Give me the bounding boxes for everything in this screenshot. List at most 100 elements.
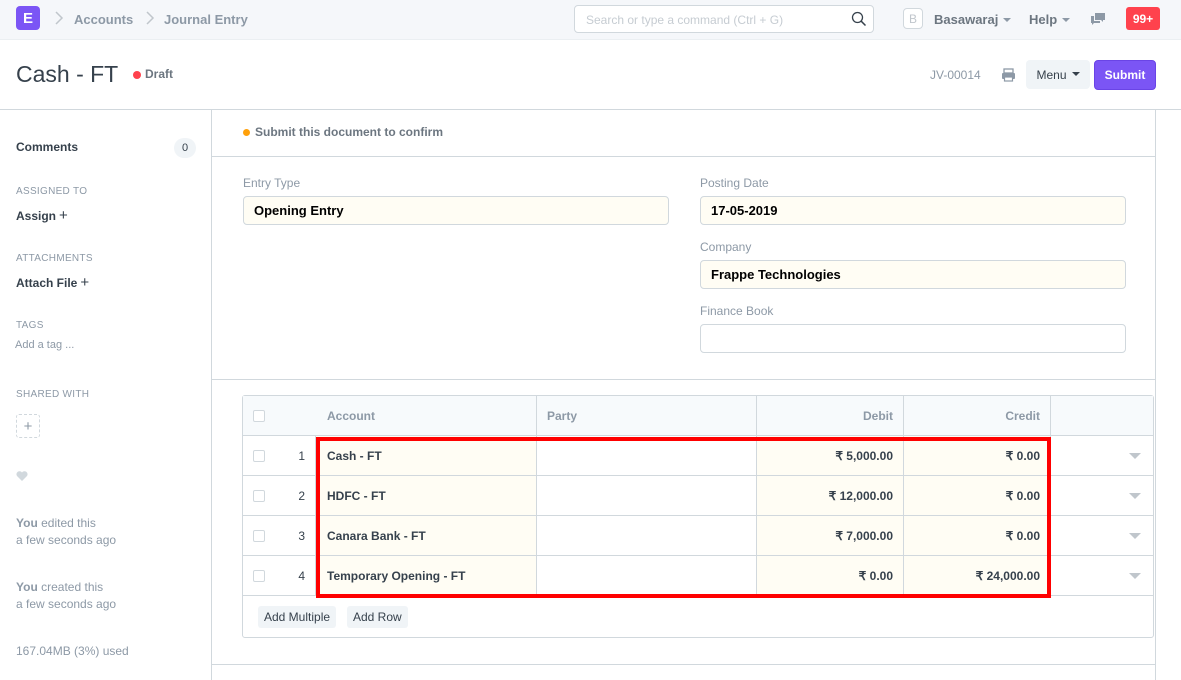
row-checkbox[interactable]	[253, 530, 265, 542]
help-label: Help	[1029, 12, 1058, 27]
message-text: Submit this document to confirm	[255, 125, 443, 139]
search-input[interactable]: Search or type a command (Ctrl + G)	[574, 5, 874, 33]
company-field[interactable]: Frappe Technologies	[700, 260, 1126, 289]
table-row[interactable]: 3 Canara Bank - FT ₹ 7,000.00 ₹ 0.00	[243, 516, 1153, 556]
account-cell[interactable]: HDFC - FT	[316, 476, 537, 515]
breadcrumb-accounts[interactable]: Accounts	[74, 12, 133, 27]
plus-icon: +	[80, 274, 90, 291]
help-menu[interactable]: Help	[1029, 12, 1071, 27]
select-all-checkbox[interactable]	[253, 410, 265, 422]
activity-time: a few seconds ago	[16, 597, 117, 611]
add-share-button[interactable]: +	[16, 414, 40, 438]
finance-book-field[interactable]	[700, 324, 1126, 353]
menu-button[interactable]: Menu	[1026, 60, 1090, 89]
app-logo[interactable]: E	[16, 6, 40, 30]
caret-down-icon	[1003, 17, 1012, 22]
chat-icon[interactable]	[1090, 12, 1106, 26]
print-icon[interactable]	[1001, 68, 1016, 82]
party-cell[interactable]	[537, 556, 757, 595]
row-menu[interactable]	[1051, 556, 1153, 595]
add-tag-input[interactable]: Add a tag ...	[15, 339, 74, 351]
activity-item: You created this a few seconds ago	[16, 579, 116, 613]
grid-footer: Add Multiple Add Row	[243, 596, 1153, 638]
debit-cell[interactable]: ₹ 0.00	[757, 556, 904, 595]
party-cell[interactable]	[537, 476, 757, 515]
page-title: Cash - FT	[16, 61, 119, 87]
posting-date-label: Posting Date	[700, 176, 769, 190]
activity-item: You edited this a few seconds ago	[16, 515, 116, 549]
plus-icon: +	[59, 207, 68, 224]
tags-label: TAGS	[16, 320, 44, 331]
breadcrumb-journal-entry[interactable]: Journal Entry	[164, 12, 248, 27]
attach-file-button[interactable]: Attach File +	[16, 274, 89, 291]
credit-cell[interactable]: ₹ 0.00	[904, 436, 1051, 475]
navbar: E Accounts Journal Entry Search or type …	[0, 0, 1181, 40]
status-indicator-dot	[133, 71, 141, 79]
accounts-table-section: Account Party Debit Credit 1 Cash - FT ₹…	[212, 380, 1155, 665]
column-header-actions	[1051, 396, 1153, 435]
chevron-right-icon	[146, 11, 155, 25]
credit-cell[interactable]: ₹ 0.00	[904, 516, 1051, 555]
add-row-button[interactable]: Add Row	[347, 606, 408, 628]
document-id: JV-00014	[930, 68, 981, 82]
activity-action: created this	[41, 580, 104, 594]
comments-link[interactable]: Comments	[16, 140, 78, 154]
column-header-debit: Debit	[757, 396, 904, 435]
table-row[interactable]: 1 Cash - FT ₹ 5,000.00 ₹ 0.00	[243, 436, 1153, 476]
caret-down-icon	[1071, 71, 1080, 76]
account-cell[interactable]: Canara Bank - FT	[316, 516, 537, 555]
search-icon	[851, 11, 867, 27]
row-menu[interactable]	[1051, 476, 1153, 515]
page-head: Cash - FT Draft JV-00014 Menu Submit	[0, 40, 1181, 110]
entry-type-label: Entry Type	[243, 176, 301, 190]
finance-book-label: Finance Book	[700, 304, 774, 318]
posting-date-field[interactable]: 17-05-2019	[700, 196, 1126, 225]
caret-down-icon	[1129, 572, 1141, 579]
credit-cell[interactable]: ₹ 24,000.00	[904, 556, 1051, 595]
activity-actor: You	[16, 580, 38, 594]
caret-down-icon	[1062, 17, 1071, 22]
row-checkbox[interactable]	[253, 490, 265, 502]
party-cell[interactable]	[537, 516, 757, 555]
chevron-right-icon	[55, 11, 64, 25]
debit-cell[interactable]: ₹ 7,000.00	[757, 516, 904, 555]
row-menu[interactable]	[1051, 516, 1153, 555]
entry-type-field[interactable]: Opening Entry	[243, 196, 669, 225]
storage-usage: 167.04MB (3%) used	[16, 644, 129, 658]
row-checkbox[interactable]	[253, 450, 265, 462]
row-checkbox[interactable]	[253, 570, 265, 582]
account-cell[interactable]: Temporary Opening - FT	[316, 556, 537, 595]
column-header-party: Party	[537, 396, 757, 435]
table-row[interactable]: 4 Temporary Opening - FT ₹ 0.00 ₹ 24,000…	[243, 556, 1153, 596]
user-avatar[interactable]: B	[903, 8, 923, 29]
column-header-credit: Credit	[904, 396, 1051, 435]
caret-down-icon	[1129, 452, 1141, 459]
row-menu[interactable]	[1051, 436, 1153, 475]
credit-cell[interactable]: ₹ 0.00	[904, 476, 1051, 515]
form-section-details: Entry Type Opening Entry Posting Date 17…	[212, 157, 1155, 380]
select-all-cell	[243, 396, 316, 435]
submit-button[interactable]: Submit	[1094, 60, 1156, 90]
caret-down-icon	[1129, 532, 1141, 539]
form-main: Submit this document to confirm Entry Ty…	[211, 110, 1156, 680]
debit-cell[interactable]: ₹ 12,000.00	[757, 476, 904, 515]
user-menu[interactable]: Basawaraj	[934, 12, 1012, 27]
notifications-badge[interactable]: 99+	[1126, 7, 1160, 30]
add-multiple-button[interactable]: Add Multiple	[258, 606, 337, 628]
form-message: Submit this document to confirm	[212, 110, 1155, 157]
grid-header: Account Party Debit Credit	[243, 396, 1153, 436]
party-cell[interactable]	[537, 436, 757, 475]
account-cell[interactable]: Cash - FT	[316, 436, 537, 475]
comments-count: 0	[174, 138, 196, 158]
activity-time: a few seconds ago	[16, 533, 117, 547]
assigned-to-label: ASSIGNED TO	[16, 186, 88, 197]
debit-cell[interactable]: ₹ 5,000.00	[757, 436, 904, 475]
table-row[interactable]: 2 HDFC - FT ₹ 12,000.00 ₹ 0.00	[243, 476, 1153, 516]
activity-actor: You	[16, 516, 38, 530]
user-name: Basawaraj	[934, 12, 999, 27]
like-heart-icon[interactable]	[16, 470, 28, 482]
assign-button[interactable]: Assign +	[16, 207, 68, 224]
attach-file-label: Attach File	[16, 276, 78, 290]
company-label: Company	[700, 240, 752, 254]
indicator-dot	[243, 129, 250, 136]
